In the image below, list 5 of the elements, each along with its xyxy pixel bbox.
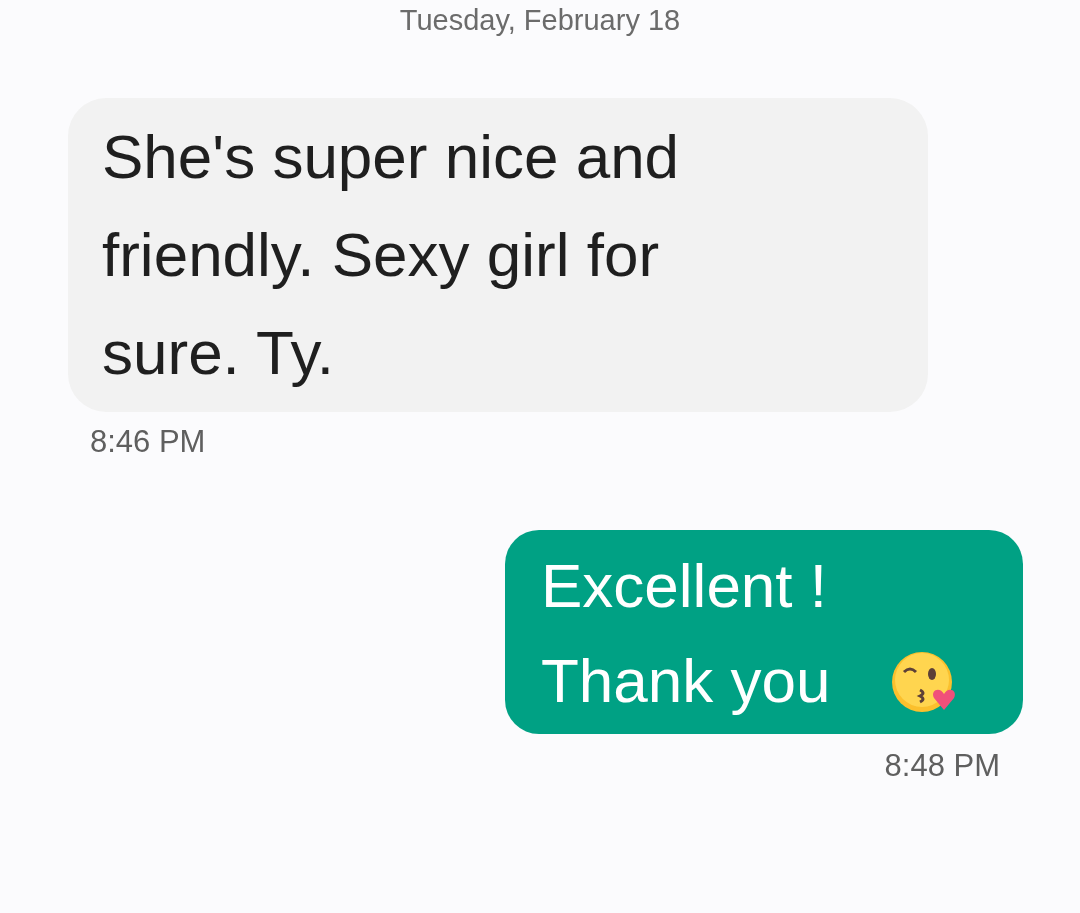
message-text: Excellent ! Thank you <box>541 550 832 717</box>
date-header: Tuesday, February 18 <box>399 3 681 38</box>
message-time: 8:48 PM <box>884 748 1001 784</box>
message-text: She's super nice and friendly. Sexy girl for sure. Ty. <box>102 121 681 389</box>
message-time: 8:46 PM <box>89 424 206 460</box>
